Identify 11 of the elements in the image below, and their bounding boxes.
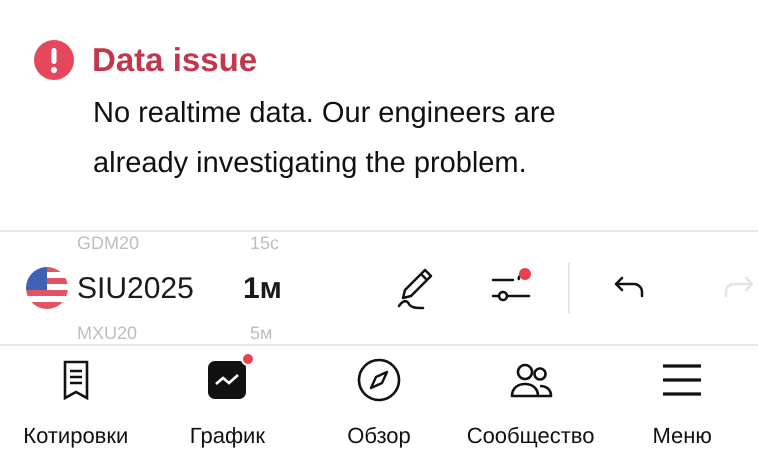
nav-tab[interactable]: Меню: [652, 418, 712, 452]
alert-message: No realtime data. Our engineers are already investigating the problem.: [93, 96, 557, 181]
nav-tab[interactable]: Обзор: [347, 418, 411, 452]
alert-icon: [34, 40, 74, 80]
interval-label[interactable]: 1м: [243, 266, 282, 310]
nav-tab[interactable]: Сообщество: [466, 418, 594, 452]
alert-title: Data issue: [92, 40, 258, 80]
nav-tab[interactable]: График: [190, 418, 265, 452]
symbol-name[interactable]: SIU2025: [77, 266, 227, 310]
nav-tab[interactable]: Котировки: [23, 418, 128, 452]
flag-icon: [25, 266, 69, 310]
